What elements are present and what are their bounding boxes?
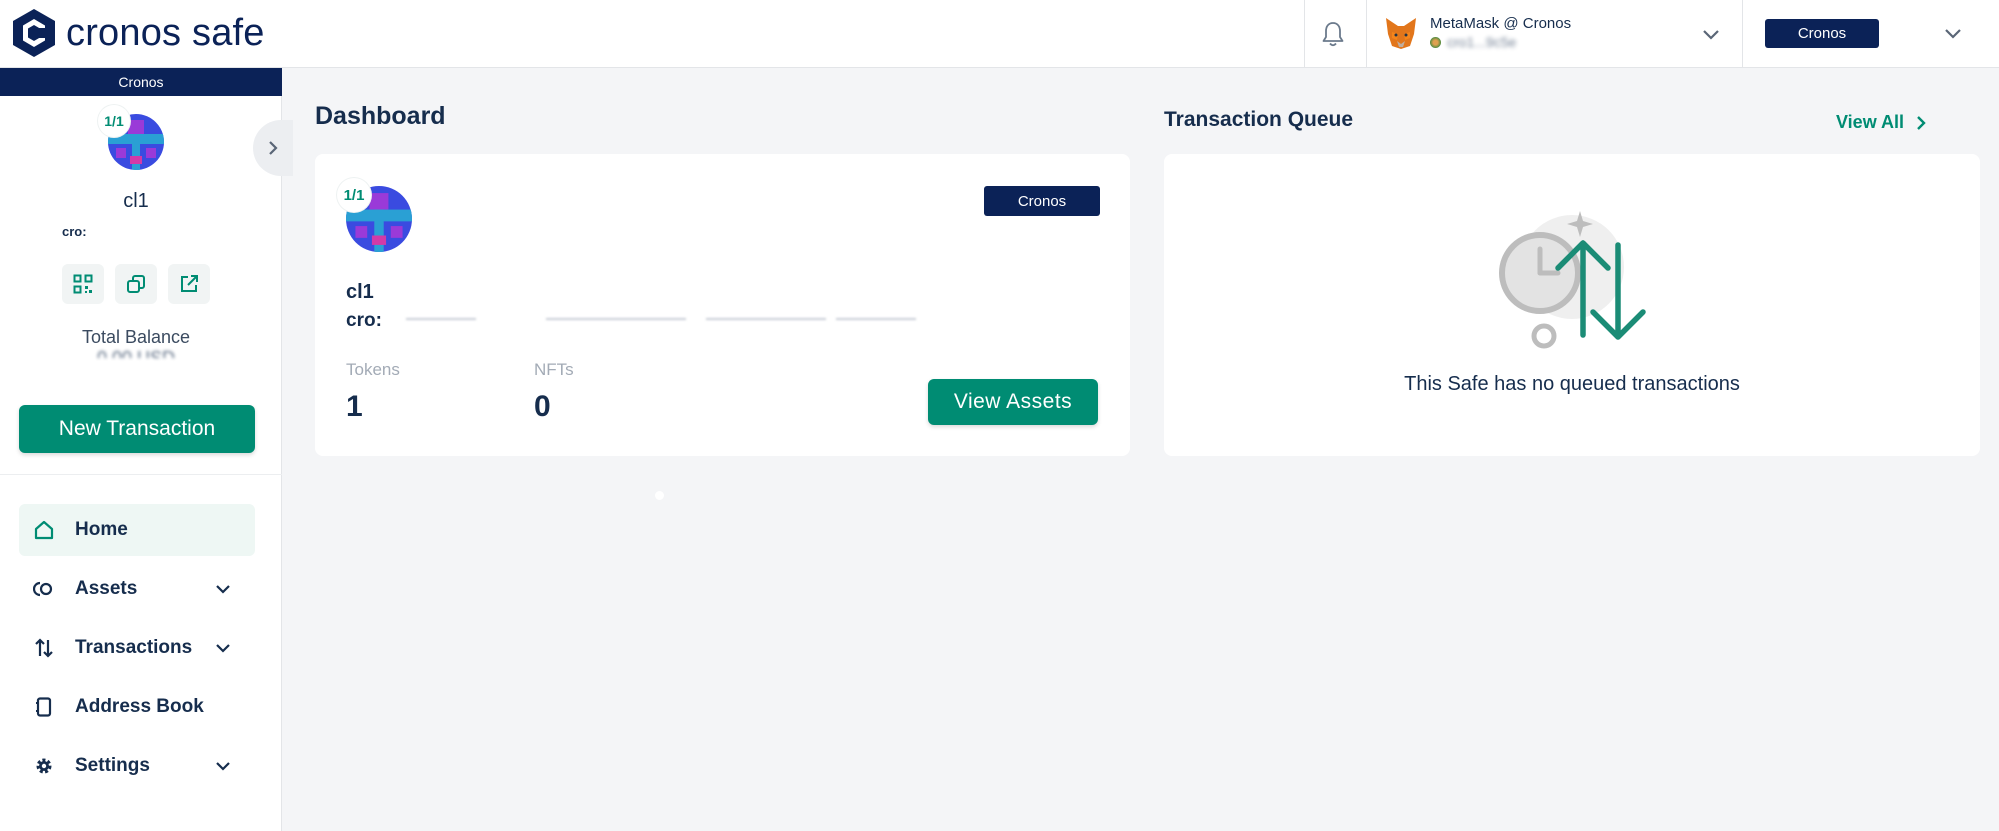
settings-gear-icon: [36, 758, 52, 774]
safe-address: cro:: [62, 224, 87, 239]
sidebar-item-label: Settings: [75, 755, 150, 776]
sidebar-item-transactions[interactable]: Transactions: [19, 622, 255, 674]
home-icon: [34, 520, 54, 540]
tokens-label: Tokens: [346, 360, 400, 379]
wallet-identicon: [1430, 36, 1441, 48]
external-link-icon: [181, 275, 198, 292]
safe-address-prefix: cro:: [346, 310, 382, 331]
new-transaction-button[interactable]: New Transaction: [19, 405, 255, 453]
open-explorer-button[interactable]: [168, 264, 210, 304]
chevron-down-icon: [216, 585, 230, 594]
view-assets-button[interactable]: View Assets: [928, 379, 1098, 425]
view-all-label: View All: [1836, 112, 1905, 132]
network-badge: Cronos: [984, 186, 1100, 216]
sidebar-item-home[interactable]: Home: [19, 504, 255, 556]
header-divider: [1304, 0, 1305, 68]
qr-code-button[interactable]: [62, 264, 104, 304]
app-name: cronos safe: [66, 11, 265, 54]
safe-name: cl1: [123, 190, 149, 212]
safe-name: cl1: [346, 281, 374, 303]
safe-address: cro:: [346, 310, 916, 332]
cronos-logo-icon: [13, 9, 55, 57]
sidebar-divider: [0, 474, 282, 475]
nfts-count: 0: [534, 390, 551, 423]
chevron-down-icon: [216, 762, 230, 771]
sidebar-item-label: Home: [75, 519, 128, 540]
transactions-icon: [35, 638, 53, 658]
chevron-down-icon[interactable]: [1702, 28, 1720, 40]
qr-code-icon: [73, 274, 93, 294]
sidebar: Cronos 1/1 cl1 cro: Total Balance 0.00 U…: [0, 68, 282, 831]
assets-icon: [33, 581, 53, 597]
threshold-badge: 1/1: [98, 105, 130, 137]
wallet-address-text: cro1...9c5e: [1447, 34, 1517, 50]
sidebar-network-banner: Cronos: [0, 68, 282, 96]
total-balance-label: Total Balance: [81, 327, 191, 347]
wallet-address: cro1...9c5e: [1430, 34, 1516, 50]
safe-address-redacted: [386, 310, 916, 328]
tokens-count: 1: [346, 390, 363, 423]
header-divider: [1742, 0, 1743, 68]
nfts-label: NFTs: [534, 360, 574, 379]
chevron-right-icon: [269, 141, 278, 155]
sidebar-item-label: Transactions: [75, 637, 193, 658]
chevron-down-icon[interactable]: [1944, 27, 1962, 39]
bell-icon[interactable]: [1320, 20, 1346, 48]
chevron-right-icon: [1917, 115, 1926, 130]
sidebar-item-label: Assets: [75, 578, 138, 599]
chevron-down-icon: [216, 644, 230, 653]
page-title: Dashboard: [315, 102, 446, 130]
wallet-name: MetaMask @ Cronos: [1430, 15, 1572, 32]
copy-address-button[interactable]: [115, 264, 157, 304]
address-book-icon: [36, 697, 52, 717]
empty-queue-message: This Safe has no queued transactions: [1404, 373, 1740, 395]
network-badge[interactable]: Cronos: [1765, 19, 1879, 48]
sidebar-item-settings[interactable]: Settings: [19, 740, 255, 792]
carousel-dot[interactable]: [655, 491, 664, 500]
header-divider: [1366, 0, 1367, 68]
top-header: cronos safe MetaMask @ Cronos cro1...9c5…: [0, 0, 1999, 68]
threshold-badge: 1/1: [337, 178, 371, 212]
sidebar-item-label: Address Book: [75, 696, 204, 717]
wallet-selector[interactable]: MetaMask @ Cronos cro1...9c5e: [1384, 14, 1724, 54]
sidebar-item-assets[interactable]: Assets: [19, 563, 255, 615]
copy-icon: [127, 275, 145, 293]
sidebar-item-address-book[interactable]: Address Book: [19, 681, 255, 733]
view-all-link[interactable]: View All: [1836, 112, 1926, 133]
empty-queue-illustration-icon: [1499, 211, 1646, 349]
total-balance-value: 0.00 USD: [96, 348, 176, 358]
metamask-fox-icon: [1386, 18, 1416, 49]
transaction-queue-title: Transaction Queue: [1164, 108, 1354, 131]
app-logo[interactable]: cronos safe: [12, 8, 265, 58]
